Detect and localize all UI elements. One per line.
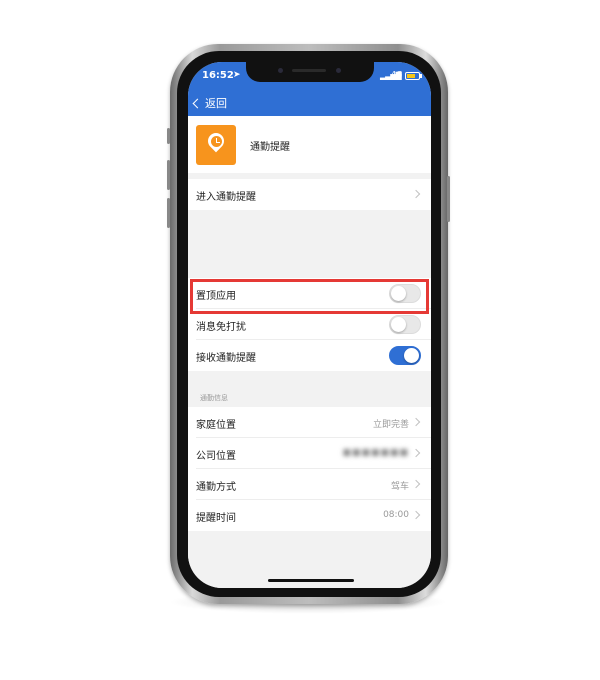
row-label: 进入通勤提醒	[196, 192, 256, 203]
network-type: 4G	[391, 70, 403, 79]
row-label: 公司位置	[196, 451, 236, 462]
receive-reminders-toggle[interactable]	[389, 346, 421, 365]
status-time: 16:52	[202, 70, 234, 81]
silent-switch	[167, 128, 170, 144]
app-title: 通勤提醒	[250, 142, 290, 153]
settings-content: 通勤提醒 进入通勤提醒 置顶应用 消息免打扰 接收通勤提醒 通勤信息 家庭位置 …	[188, 116, 431, 588]
commute-reminder-app-icon	[196, 125, 236, 165]
clock-hand-minute	[215, 141, 220, 143]
home-indicator[interactable]	[268, 579, 354, 582]
info-row-company[interactable]: 公司位置 ■■■■■■■	[188, 438, 431, 469]
location-arrow-icon: ➤	[233, 70, 241, 80]
row-label: 提醒时间	[196, 513, 236, 524]
row-label: 通勤方式	[196, 482, 236, 493]
power-button	[447, 176, 450, 222]
row-value: 立即完善	[372, 420, 409, 430]
info-row-commute-mode[interactable]: 通勤方式 驾车	[188, 469, 431, 500]
volume-up-button	[167, 160, 170, 190]
battery-icon	[405, 72, 422, 80]
chevron-right-icon	[411, 417, 421, 427]
nav-bar: 返回	[188, 90, 431, 116]
chevron-right-icon	[411, 479, 421, 489]
chevron-left-icon	[192, 98, 203, 108]
back-label: 返回	[205, 97, 227, 110]
row-label: 家庭位置	[196, 420, 236, 431]
section-header: 通勤信息	[200, 394, 228, 402]
phone-screen: 16:52 ➤ ▂▃▅▇ 4G 返回 通勤提醒 进入通勤提醒 置顶应用 消息免打…	[188, 62, 431, 588]
volume-down-button	[167, 198, 170, 228]
row-value: 驾车	[390, 482, 409, 492]
toggle-row-receive-reminders: 接收通勤提醒	[188, 340, 431, 371]
enter-commute-reminder-row[interactable]: 进入通勤提醒	[188, 179, 431, 210]
earpiece-speaker	[292, 69, 326, 72]
chevron-right-icon	[411, 189, 421, 199]
phone-notch	[246, 62, 374, 82]
info-row-home[interactable]: 家庭位置 立即完善	[188, 407, 431, 438]
row-label: 接收通勤提醒	[196, 353, 256, 364]
back-button[interactable]: 返回	[192, 95, 227, 111]
chevron-right-icon	[411, 510, 421, 520]
do-not-disturb-toggle[interactable]	[389, 315, 421, 334]
app-header-card: 通勤提醒	[188, 116, 431, 173]
info-row-reminder-time[interactable]: 提醒时间 08:00	[188, 500, 431, 531]
sensor-icon	[336, 68, 341, 73]
row-label: 消息免打扰	[196, 322, 246, 333]
chevron-right-icon	[411, 448, 421, 458]
front-camera-icon	[278, 68, 283, 73]
highlight-box	[190, 279, 429, 314]
row-value-redacted: ■■■■■■■	[342, 448, 409, 458]
row-value: 08:00	[383, 510, 409, 520]
